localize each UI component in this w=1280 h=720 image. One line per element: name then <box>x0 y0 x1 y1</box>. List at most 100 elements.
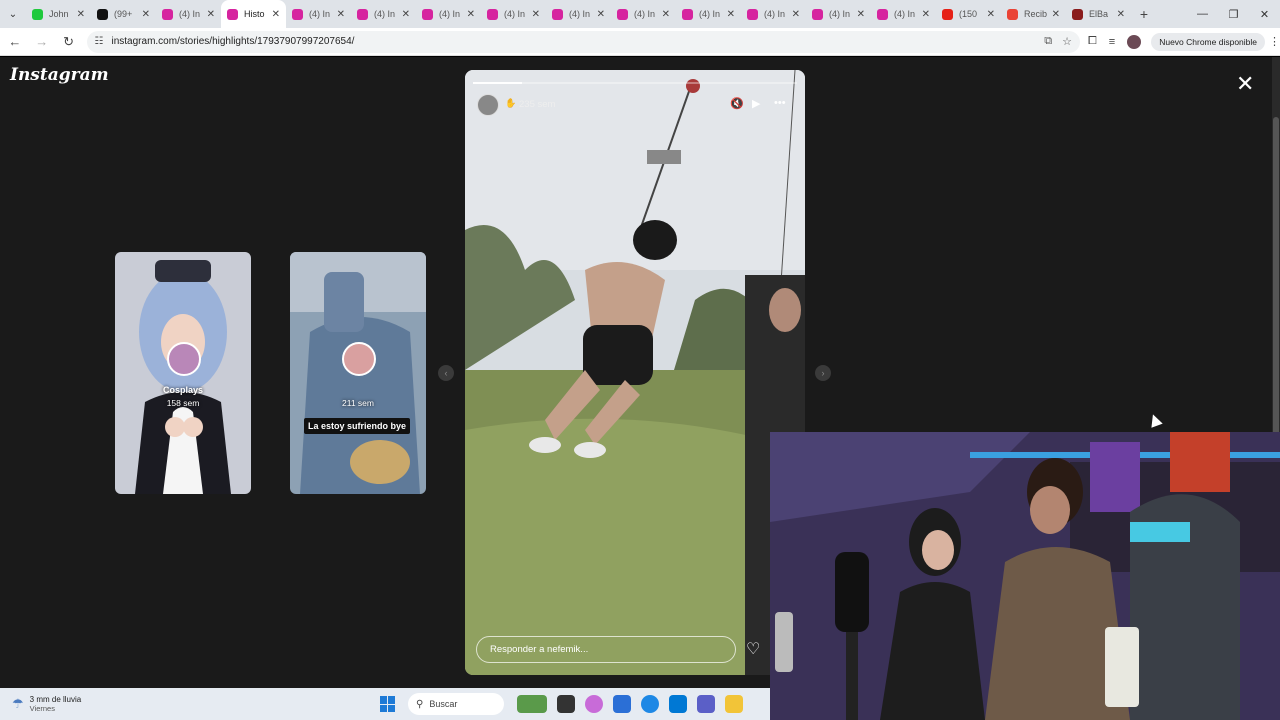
tab-title: Recib <box>1024 9 1048 19</box>
tab-favicon-icon <box>1007 8 1018 20</box>
minimize-icon[interactable]: — <box>1187 0 1218 28</box>
tab-title: (4) In <box>569 9 591 19</box>
tab-close-icon[interactable]: ✕ <box>987 9 995 20</box>
tab-title: (4) In <box>504 9 526 19</box>
browser-tab[interactable]: (150 ✕ <box>936 0 1001 28</box>
profile-avatar[interactable] <box>1127 34 1142 49</box>
browser-tab[interactable]: (4) In ✕ <box>286 0 351 28</box>
tab-close-icon[interactable]: ✕ <box>337 9 345 20</box>
teams-app-icon[interactable] <box>697 695 715 713</box>
highlight-time: 158 sem <box>166 398 200 408</box>
app-icon[interactable] <box>613 695 631 713</box>
store-app-icon[interactable] <box>669 695 687 713</box>
browser-tab[interactable]: (4) In ✕ <box>676 0 741 28</box>
tab-close-icon[interactable]: ✕ <box>77 9 85 20</box>
tab-close-icon[interactable]: ✕ <box>532 9 540 20</box>
tab-close-icon[interactable]: ✕ <box>1117 9 1125 20</box>
media-controls-icon[interactable]: ≡ <box>1109 36 1115 48</box>
bookmark-star-icon[interactable]: ☆ <box>1062 35 1072 48</box>
highlight-caption: La estoy sufriendo bye <box>304 418 411 434</box>
story-progress-fill <box>473 82 522 84</box>
extensions-icon[interactable]: ⧠ <box>1088 35 1097 48</box>
cast-icon[interactable]: ⧉ <box>1044 35 1052 48</box>
browser-tab[interactable]: Recib ✕ <box>1001 0 1066 28</box>
widget-app-icon[interactable] <box>517 695 547 713</box>
close-window-icon[interactable]: ✕ <box>1249 0 1280 28</box>
more-options-icon[interactable]: ••• <box>774 97 786 109</box>
browser-tab[interactable]: (4) In ✕ <box>871 0 936 28</box>
more-menu-icon[interactable]: ⋮ <box>1269 35 1280 48</box>
active-story[interactable]: ✋ 235 sem 🔇 ▶ ••• Responder a nefemik...… <box>465 70 805 675</box>
tab-title: John <box>49 9 69 19</box>
tab-title: (4) In <box>829 9 851 19</box>
tab-close-icon[interactable]: ✕ <box>792 9 800 20</box>
taskbar-search[interactable]: ⚲ Buscar <box>408 693 504 715</box>
story-author-avatar[interactable] <box>477 94 499 116</box>
tab-favicon-icon <box>942 8 953 20</box>
highlight-preview-cosplays[interactable]: Cosplays 158 sem <box>115 252 251 494</box>
tab-favicon-icon <box>422 8 433 20</box>
weather-widget[interactable]: ☂ 3 mm de lluvia Viernes <box>12 695 81 713</box>
restore-icon[interactable]: ❐ <box>1218 0 1249 28</box>
tab-close-icon[interactable]: ✕ <box>142 9 150 20</box>
next-story-arrow-icon[interactable]: › <box>815 365 831 381</box>
tab-close-icon[interactable]: ✕ <box>597 9 605 20</box>
browser-tab[interactable]: (4) In ✕ <box>351 0 416 28</box>
tab-close-icon[interactable]: ✕ <box>727 9 735 20</box>
tab-title: (4) In <box>439 9 461 19</box>
window-controls: — ❐ ✕ <box>1187 0 1280 28</box>
browser-tab[interactable]: (4) In ✕ <box>546 0 611 28</box>
url-text: instagram.com/stories/highlights/1793790… <box>111 36 355 47</box>
browser-tab[interactable]: (4) In ✕ <box>481 0 546 28</box>
edge-browser-icon[interactable] <box>641 695 659 713</box>
highlight-cover-avatar <box>342 342 376 376</box>
browser-tab[interactable]: (4) In ✕ <box>156 0 221 28</box>
browser-tab[interactable]: (4) In ✕ <box>611 0 676 28</box>
windows-start-icon[interactable] <box>380 696 396 712</box>
forward-arrow-icon[interactable]: → <box>30 30 54 54</box>
chrome-update-button[interactable]: Nuevo Chrome disponible <box>1151 32 1266 51</box>
instagram-logo[interactable]: Instagram <box>10 65 109 85</box>
browser-tab[interactable]: (99+ ✕ <box>91 0 156 28</box>
tab-close-icon[interactable]: ✕ <box>272 9 280 20</box>
tab-title: (4) In <box>699 9 721 19</box>
mute-icon[interactable]: 🔇 <box>730 97 744 110</box>
tab-favicon-icon <box>162 8 173 20</box>
site-info-icon[interactable]: ☷ <box>95 36 104 47</box>
tab-close-icon[interactable]: ✕ <box>467 9 475 20</box>
browser-tab[interactable]: (4) In ✕ <box>741 0 806 28</box>
reply-input[interactable]: Responder a nefemik... <box>476 636 736 663</box>
tab-close-icon[interactable]: ✕ <box>922 9 930 20</box>
play-icon[interactable]: ▶ <box>752 97 760 110</box>
copilot-app-icon[interactable] <box>585 695 603 713</box>
tab-close-icon[interactable]: ✕ <box>402 9 410 20</box>
highlight-time: 211 sem <box>342 398 374 408</box>
taskbar-search-label: Buscar <box>429 699 458 709</box>
tab-close-icon[interactable]: ✕ <box>1052 9 1060 20</box>
tab-list: John ✕ (99+ ✕ (4) In ✕ Histo ✕ (4) In ✕ (4) In ✕ (4)… <box>26 0 1131 28</box>
browser-tab[interactable]: ElBa ✕ <box>1066 0 1131 28</box>
tab-close-icon[interactable]: ✕ <box>207 9 215 20</box>
tab-favicon-icon <box>292 8 303 20</box>
tab-close-icon[interactable]: ✕ <box>857 9 865 20</box>
terminal-app-icon[interactable] <box>557 695 575 713</box>
like-heart-icon[interactable]: ♡ <box>746 639 760 659</box>
file-explorer-icon[interactable] <box>725 695 743 713</box>
previous-story-arrow-icon[interactable]: ‹ <box>438 365 454 381</box>
browser-tab[interactable]: (4) In ✕ <box>416 0 481 28</box>
browser-tab[interactable]: Histo ✕ <box>221 0 286 28</box>
windows-taskbar: ☂ 3 mm de lluvia Viernes ⚲ Buscar <box>0 688 770 720</box>
browser-tab[interactable]: (4) In ✕ <box>806 0 871 28</box>
tab-search-icon[interactable]: ⌄ <box>0 0 26 28</box>
new-tab-button[interactable]: + <box>1131 6 1157 22</box>
close-icon[interactable]: ✕ <box>1236 71 1254 97</box>
reload-icon[interactable]: ↻ <box>57 30 81 54</box>
highlight-preview-2[interactable]: 211 sem La estoy sufriendo bye <box>290 252 426 494</box>
weather-main-text: 3 mm de lluvia <box>29 695 82 704</box>
browser-tab[interactable]: John ✕ <box>26 0 91 28</box>
back-arrow-icon[interactable]: ← <box>3 30 27 54</box>
address-bar[interactable]: ☷ instagram.com/stories/highlights/17937… <box>86 30 1080 53</box>
tab-favicon-icon <box>682 8 693 20</box>
tab-close-icon[interactable]: ✕ <box>662 9 670 20</box>
highlight-title: Cosplays <box>162 385 204 395</box>
